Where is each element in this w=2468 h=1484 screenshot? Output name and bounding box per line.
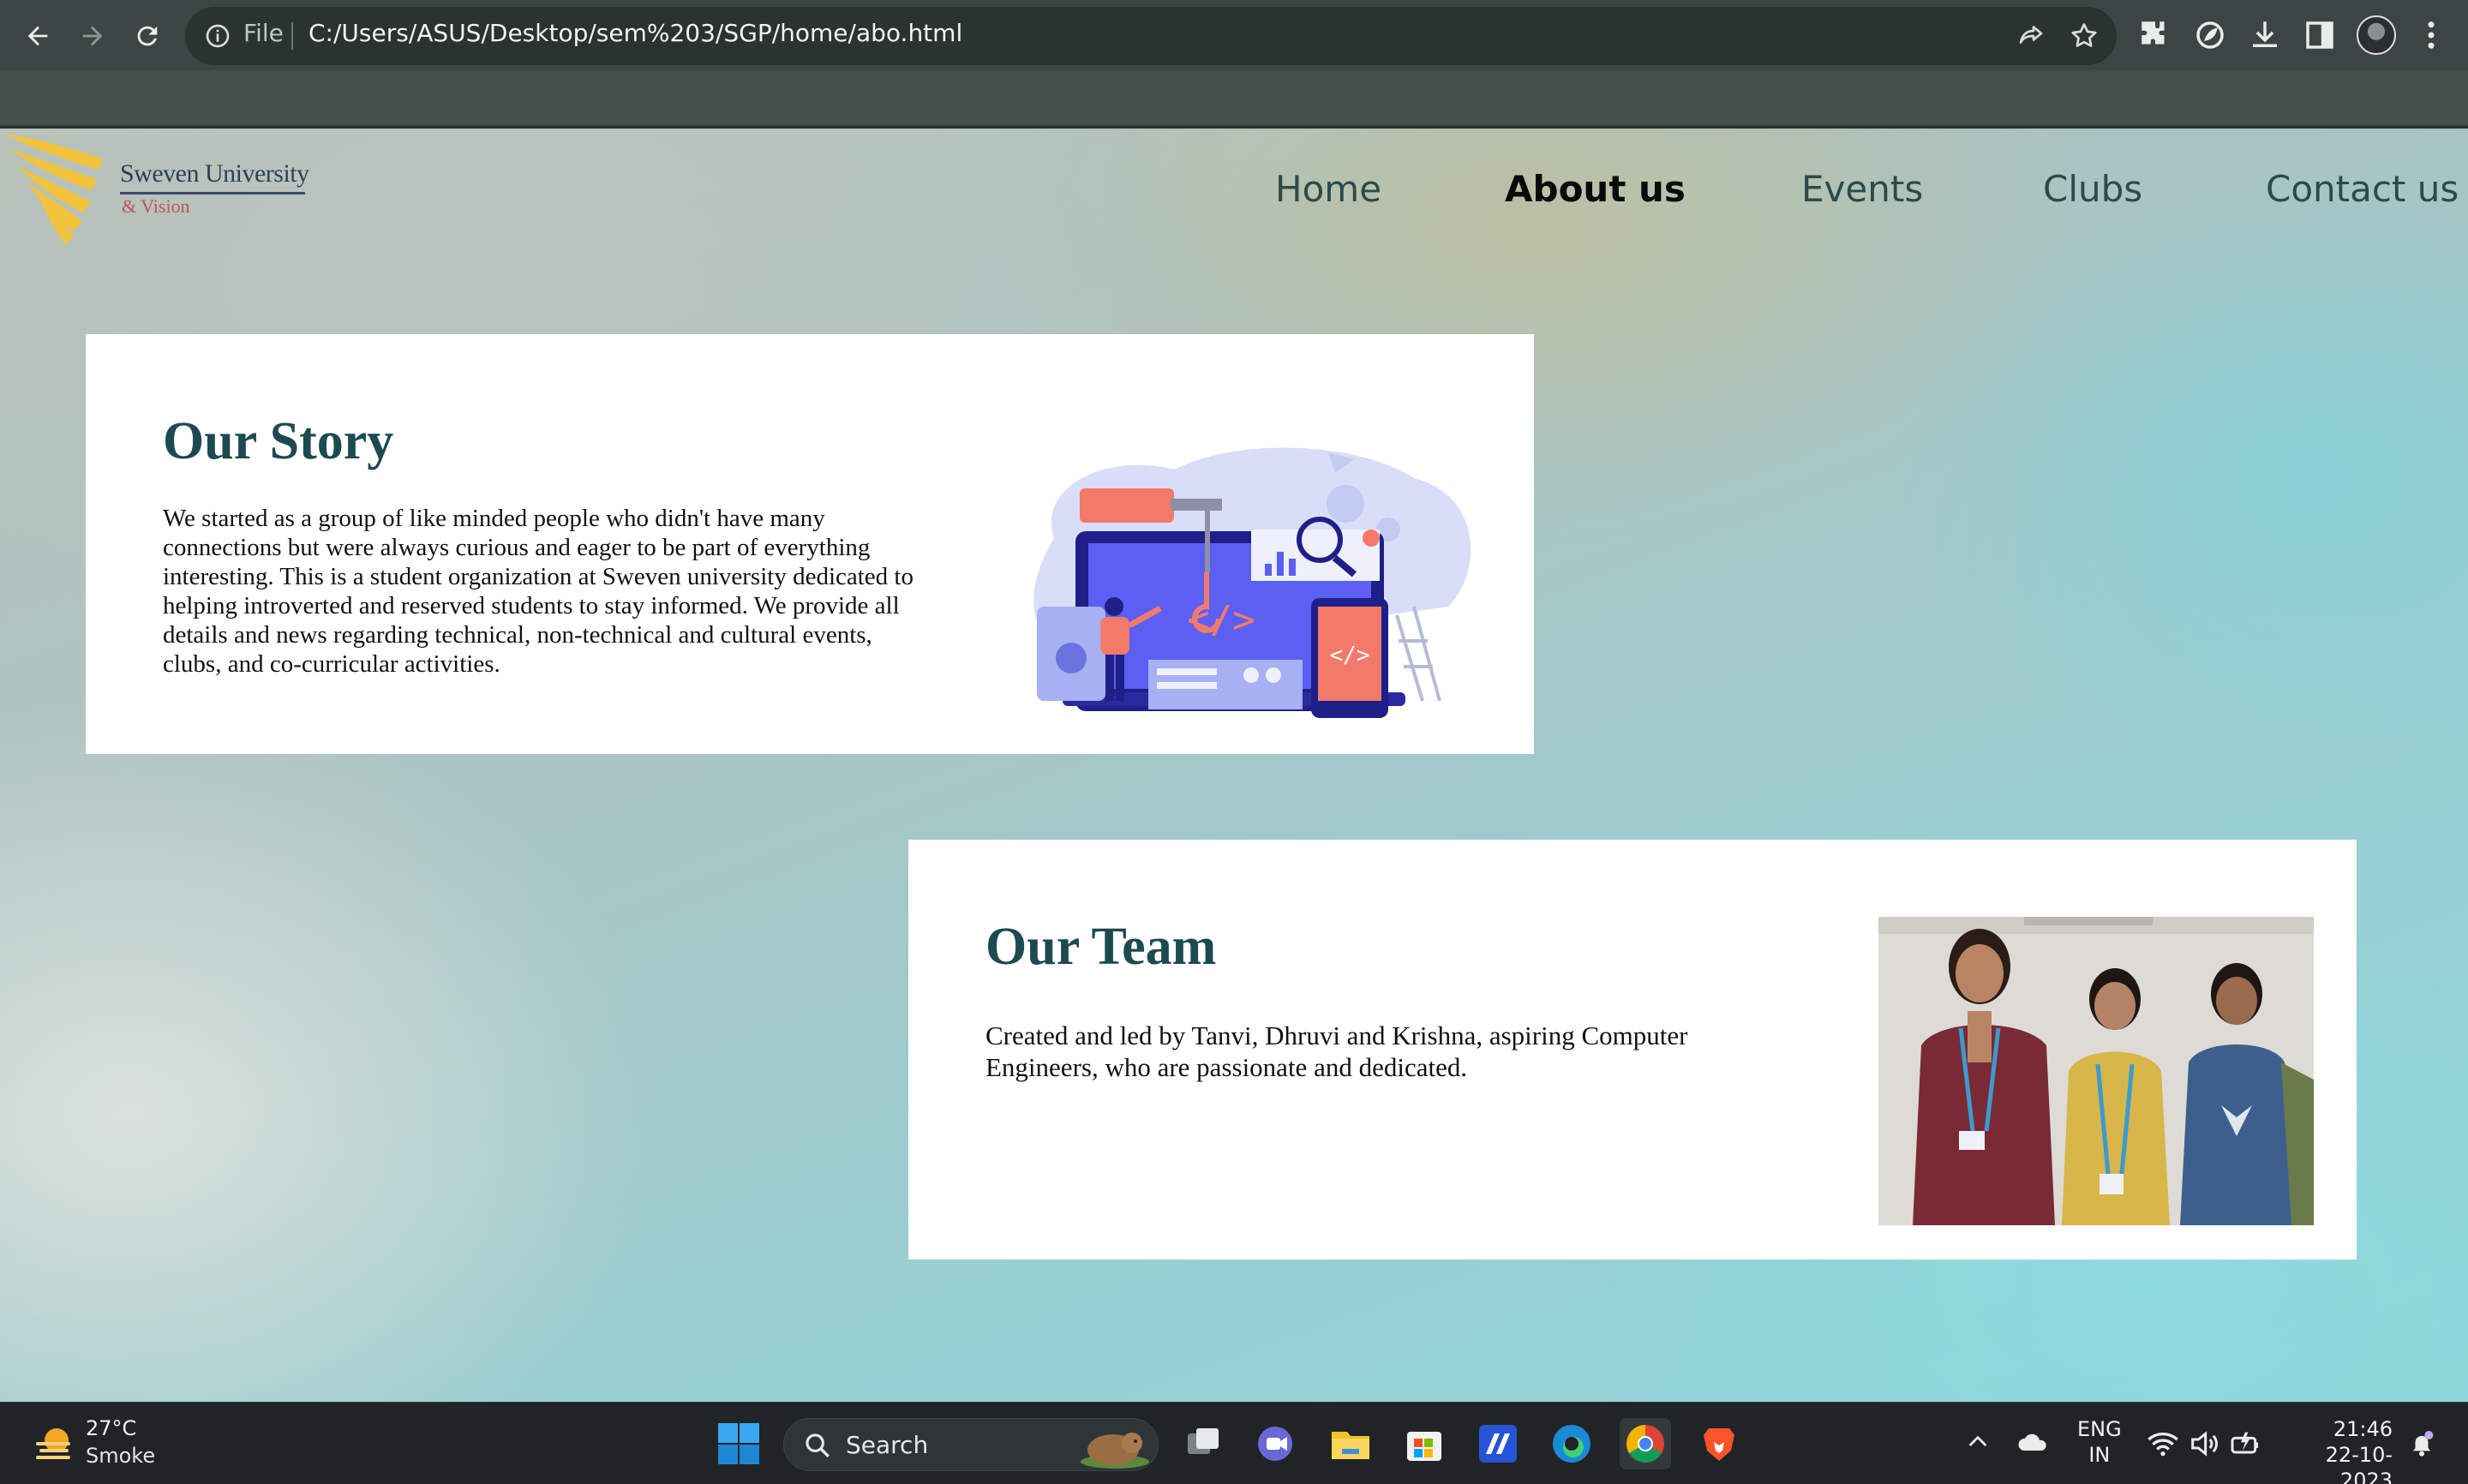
weather-haze-icon[interactable] [31,1421,75,1466]
extension-leaf-icon[interactable] [2192,17,2228,53]
scheme-label: File [243,19,284,47]
notification-bell-icon[interactable] [2405,1427,2439,1461]
language-indicator[interactable]: ENG IN [2077,1416,2122,1468]
teams-chat-icon[interactable] [1251,1418,1303,1469]
divider [291,22,293,50]
chrome-browser-icon[interactable] [1620,1418,1671,1469]
vscode-like-app-icon[interactable] [1472,1418,1524,1469]
menu-kebab-icon[interactable] [2413,17,2449,53]
share-icon[interactable] [2016,21,2046,51]
developer-illustration: </> </> [1033,447,1471,718]
info-icon[interactable] [204,22,231,50]
clock-time: 21:46 [2333,1417,2393,1441]
main-nav: Home About us Events Clubs Contact us [0,168,2468,219]
bookmark-star-icon[interactable] [2069,21,2100,51]
search-label: Search [846,1431,929,1459]
clock-date: 22-10-2023 [2325,1443,2393,1484]
page-viewport: Sweven University & Vision Home About us… [0,129,2468,1402]
file-explorer-icon[interactable] [1325,1418,1376,1469]
team-photo [1878,917,2314,1225]
forward-icon[interactable] [72,15,113,57]
our-story-text: We started as a group of like minded peo… [163,505,914,678]
bookmarks-strip [0,70,2468,127]
wifi-icon[interactable] [2146,1427,2180,1461]
extensions-icon[interactable] [2137,17,2173,53]
our-team-title: Our Team [985,918,1217,976]
nav-events[interactable]: Events [1801,168,1923,210]
taskbar-search[interactable]: Search [783,1418,1159,1471]
windows-taskbar: 27°C Smoke Search ENG IN 21:46 22-10-202… [0,1402,2468,1484]
reload-icon[interactable] [127,15,168,57]
address-bar[interactable]: File C:/Users/ASUS/Desktop/sem%203/SGP/h… [185,7,2117,65]
search-highlight-wombat-icon [1081,1433,1149,1469]
microsoft-store-icon[interactable] [1399,1418,1450,1469]
battery-charging-icon[interactable] [2228,1427,2262,1461]
svg-text:</>: </> [1187,598,1255,642]
nav-home[interactable]: Home [1275,168,1381,210]
region-code: IN [2088,1443,2111,1467]
nav-clubs[interactable]: Clubs [2043,168,2142,210]
weather-temp[interactable]: 27°C [86,1416,136,1440]
brave-browser-icon[interactable] [1693,1418,1745,1469]
profile-avatar-icon[interactable] [2357,15,2396,55]
system-clock[interactable]: 21:46 22-10-2023 [2279,1416,2393,1484]
nav-contact-us[interactable]: Contact us [2266,168,2459,210]
our-story-card: Our Story We started as a group of like … [86,334,1534,754]
edge-browser-icon[interactable] [1546,1418,1597,1469]
our-team-card: Our Team Created and led by Tanvi, Dhruv… [908,840,2357,1260]
lang-code: ENG [2077,1417,2122,1441]
nav-about-us[interactable]: About us [1505,168,1686,210]
download-icon[interactable] [2247,17,2283,53]
side-panel-icon[interactable] [2302,17,2338,53]
our-team-text: Created and led by Tanvi, Dhruvi and Kri… [985,1020,1688,1082]
url-text[interactable]: C:/Users/ASUS/Desktop/sem%203/SGP/home/a… [308,19,962,47]
search-icon [806,1433,830,1457]
windows-start-icon[interactable] [716,1421,761,1466]
svg-text:</>: </> [1330,643,1370,668]
task-view-icon[interactable] [1177,1418,1229,1469]
weather-condition[interactable]: Smoke [86,1444,155,1468]
volume-icon[interactable] [2187,1427,2221,1461]
onedrive-cloud-icon[interactable] [2016,1425,2052,1461]
our-story-title: Our Story [163,412,394,470]
chevron-up-icon[interactable] [1964,1428,1992,1456]
back-icon[interactable] [17,15,58,57]
